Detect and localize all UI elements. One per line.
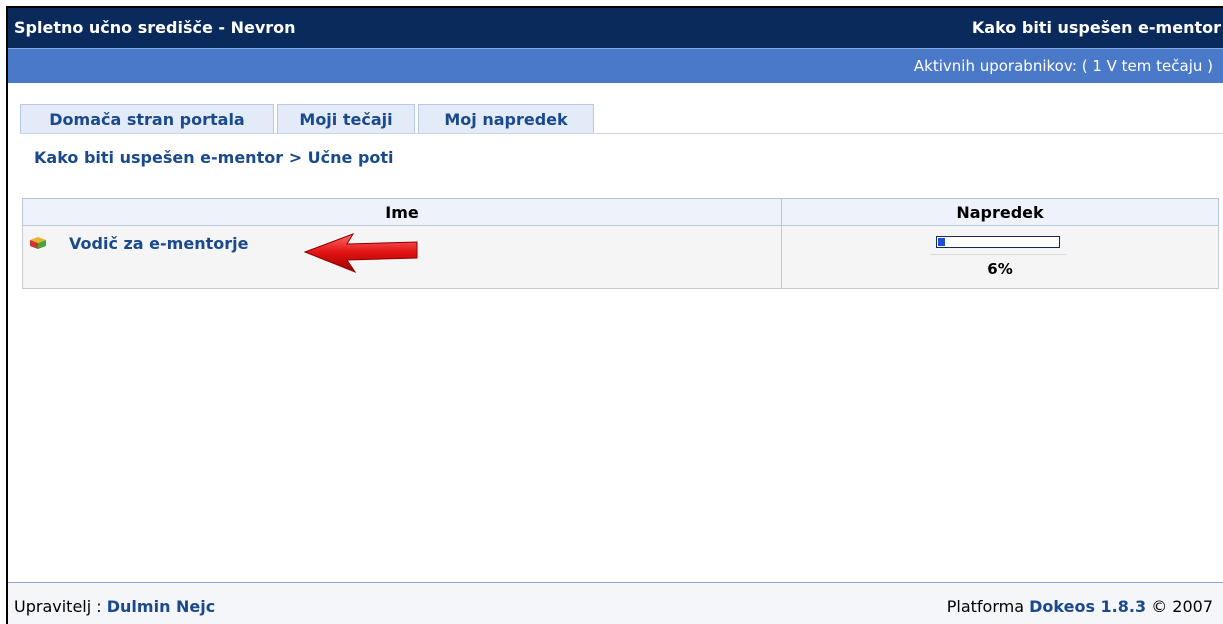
admin-label: Upravitelj :: [14, 597, 102, 616]
column-header-progress[interactable]: Napredek: [781, 198, 1219, 226]
learning-path-cube-icon: [30, 237, 46, 249]
site-title[interactable]: Spletno učno središče - Nevron: [14, 18, 296, 37]
top-header: Spletno učno središče - Nevron Kako biti…: [8, 8, 1223, 48]
progress-bar-fill: [938, 238, 945, 246]
footer-platform: Platforma Dokeos 1.8.3 © 2007: [947, 597, 1213, 616]
red-arrow-annotation: [303, 233, 418, 274]
tab-my-courses[interactable]: Moji tečaji: [277, 104, 415, 134]
tab-my-progress[interactable]: Moj napredek: [418, 104, 594, 134]
app-window: Spletno učno središče - Nevron Kako biti…: [6, 6, 1223, 624]
name-cell: Vodič za e-mentorje: [22, 225, 782, 289]
active-users-count[interactable]: Aktivnih uporabnikov: ( 1 V tem tečaju ): [914, 57, 1213, 75]
learning-paths-table: Ime Napredek Vodič za e-mentorje 6%: [22, 198, 1219, 289]
copyright-text: © 2007: [1151, 597, 1213, 616]
footer-admin: Upravitelj : Dulmin Nejc: [14, 597, 215, 616]
platform-label: Platforma: [946, 597, 1025, 616]
column-header-name[interactable]: Ime: [22, 198, 782, 226]
breadcrumb-separator: >: [288, 148, 303, 167]
breadcrumb: Kako biti uspešen e-mentor > Učne poti: [34, 148, 394, 167]
breadcrumb-current[interactable]: Učne poti: [308, 148, 394, 167]
course-title[interactable]: Kako biti uspešen e-mentor: [972, 18, 1221, 37]
tab-underline: [20, 133, 1223, 134]
learning-path-link[interactable]: Vodič za e-mentorje: [69, 234, 248, 253]
progress-percent: 6%: [987, 260, 1013, 278]
platform-link[interactable]: Dokeos 1.8.3: [1029, 597, 1146, 616]
table-row: Vodič za e-mentorje 6%: [22, 225, 1219, 289]
breadcrumb-course-link[interactable]: Kako biti uspešen e-mentor: [34, 148, 283, 167]
table-header-row: Ime Napredek: [22, 198, 1219, 226]
progress-cell: 6%: [781, 225, 1219, 289]
footer: Upravitelj : Dulmin Nejc Platforma Dokeo…: [8, 582, 1223, 624]
progress-bar: [936, 236, 1060, 248]
sub-header: Aktivnih uporabnikov: ( 1 V tem tečaju ): [8, 48, 1223, 83]
progress-box: [930, 232, 1066, 255]
admin-name-link[interactable]: Dulmin Nejc: [107, 597, 215, 616]
tab-portal-home[interactable]: Domača stran portala: [20, 104, 274, 134]
